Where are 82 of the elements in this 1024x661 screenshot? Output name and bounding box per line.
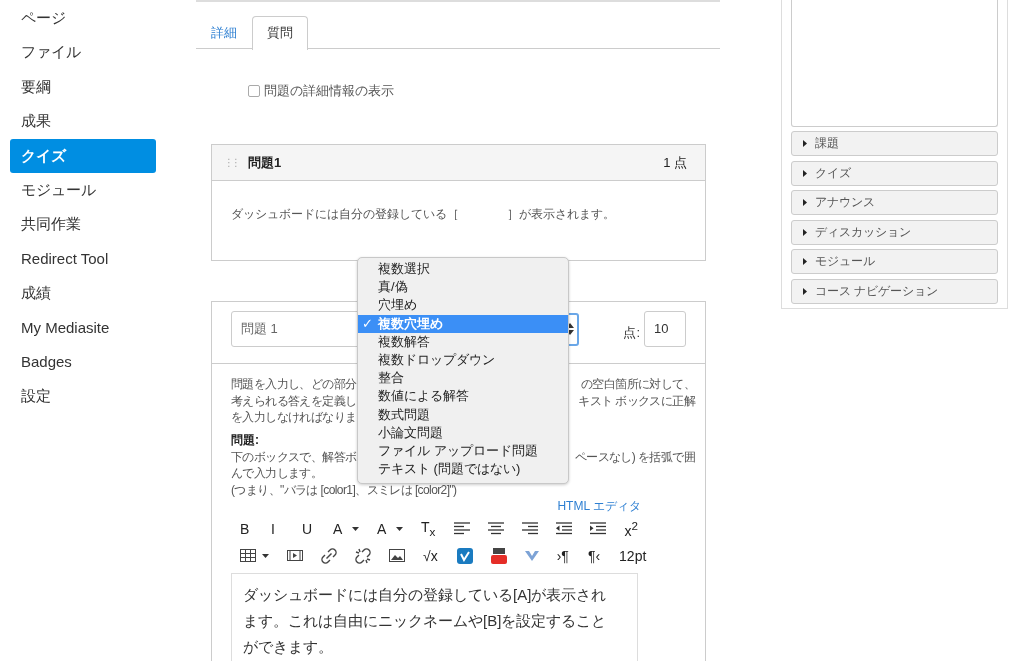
- video-service-icon[interactable]: [490, 547, 507, 564]
- toolbar-button[interactable]: T$_{x}$: [421, 519, 436, 538]
- menu-item[interactable]: 真/偽: [358, 278, 568, 297]
- question-points: 1 点: [663, 153, 687, 172]
- help-text: んで入力します。: [231, 465, 323, 482]
- link-icon[interactable]: [321, 547, 337, 564]
- table-icon[interactable]: [240, 549, 256, 562]
- instruction-text: 考えられる答えを定義し: [231, 392, 357, 409]
- nav-item[interactable]: 設定: [10, 379, 156, 414]
- nav-item[interactable]: モジュール: [10, 172, 156, 208]
- accordion-header[interactable]: モジュール: [791, 249, 998, 274]
- nav-item[interactable]: 共同作業: [10, 207, 156, 242]
- align-right-icon[interactable]: [522, 522, 539, 535]
- menu-item[interactable]: 複数ドロップダウン: [358, 350, 568, 370]
- caret-icon[interactable]: [262, 553, 269, 558]
- toolbar-button[interactable]: U: [302, 520, 314, 537]
- caret-right-icon: [803, 140, 807, 147]
- caret-right-icon: [803, 199, 807, 206]
- image-icon[interactable]: [389, 549, 405, 562]
- unlink-icon[interactable]: [355, 547, 371, 564]
- outdent-icon[interactable]: [556, 522, 573, 535]
- instruction-text: を入力しなければなりま: [231, 409, 357, 426]
- menu-item[interactable]: 複数選択: [358, 260, 568, 279]
- caret-right-icon: [803, 169, 807, 177]
- caret-right-icon: [803, 228, 807, 236]
- menu-item[interactable]: 小論文問題: [358, 423, 568, 442]
- nav-item[interactable]: 成果: [10, 104, 156, 139]
- help-text: ペースなし) を括弧で囲: [574, 448, 695, 465]
- caret-right-icon: [803, 258, 807, 265]
- points-label: 点:: [623, 324, 640, 342]
- toolbar-button[interactable]: ›¶: [556, 547, 569, 564]
- accordion-header[interactable]: 課題: [791, 131, 998, 156]
- tab[interactable]: 詳細: [196, 16, 252, 48]
- video-service-icon[interactable]: [456, 547, 473, 564]
- nav-item[interactable]: 要綱: [10, 69, 156, 105]
- toolbar-button[interactable]: B: [240, 520, 252, 537]
- tab[interactable]: 質問: [252, 16, 308, 50]
- accordion-header[interactable]: アナウンス: [791, 190, 998, 215]
- align-left-icon[interactable]: [454, 522, 471, 535]
- caret-icon[interactable]: [352, 526, 359, 531]
- points-field[interactable]: 10: [644, 311, 686, 347]
- rich-text-editor[interactable]: ダッシュボードには自分の登録している[A]が表示されます。これは自由にニックネームや[B]を設定することができます。: [231, 573, 638, 661]
- checkbox[interactable]: [248, 85, 260, 97]
- nav-item[interactable]: ファイル: [10, 35, 156, 70]
- menu-item[interactable]: ファイル アップロード問題: [358, 441, 568, 461]
- menu-item[interactable]: 数式問題: [358, 405, 568, 424]
- caret-icon[interactable]: [396, 526, 403, 531]
- toolbar-button[interactable]: 12pt: [619, 547, 647, 564]
- media-icon[interactable]: [287, 550, 303, 561]
- menu-item[interactable]: テキスト (問題ではない): [358, 460, 568, 479]
- accordion-header[interactable]: クイズ: [791, 160, 998, 186]
- nav-item[interactable]: Badges: [10, 344, 156, 380]
- toolbar-button[interactable]: A: [333, 520, 345, 537]
- question-title: 問題1: [248, 153, 283, 172]
- toolbar-button[interactable]: √x: [423, 547, 438, 564]
- nav-item[interactable]: 成績: [10, 276, 156, 311]
- toolbar-button[interactable]: ¶‹: [587, 547, 601, 564]
- nav-item[interactable]: Redirect Tool: [10, 241, 156, 277]
- instruction-text: 問題を入力し、どの部分: [231, 376, 357, 393]
- accordion-header[interactable]: ディスカッション: [791, 219, 998, 245]
- toolbar-button[interactable]: A: [377, 520, 389, 537]
- instruction-text: キスト ボックスに正解: [578, 392, 695, 409]
- toolbar-button[interactable]: I: [271, 520, 283, 537]
- nav-item[interactable]: クイズ: [10, 138, 156, 173]
- indent-icon[interactable]: [590, 522, 607, 535]
- toolbar-button[interactable]: x$^{2}$: [624, 518, 638, 539]
- html-editor-link[interactable]: HTML エディタ: [557, 498, 641, 515]
- help-text: 下のボックスで、解答ボ: [231, 448, 357, 465]
- nav-item[interactable]: My Mediasite: [10, 310, 156, 345]
- question-text: ダッシュボードには自分の登録している［ ］が表示されます。: [231, 207, 615, 221]
- up-down-arrows-icon: [566, 323, 574, 335]
- accordion-header[interactable]: コース ナビゲーション: [791, 278, 998, 304]
- menu-item[interactable]: 数値による解答: [358, 387, 568, 406]
- menu-item[interactable]: 整合: [358, 369, 568, 388]
- nav-item[interactable]: ページ: [10, 1, 156, 36]
- align-center-icon[interactable]: [488, 522, 505, 535]
- caret-right-icon: [803, 287, 807, 295]
- instruction-text: の空白箇所に対して、: [581, 376, 695, 393]
- checkbox-label: 問題の詳細情報の表示: [264, 82, 394, 100]
- question-heading: 問題:: [231, 431, 259, 449]
- help-text: (つまり、"バラは [color1]、スミレは [color2]"): [231, 481, 457, 498]
- chevron-down-icon[interactable]: [524, 550, 539, 561]
